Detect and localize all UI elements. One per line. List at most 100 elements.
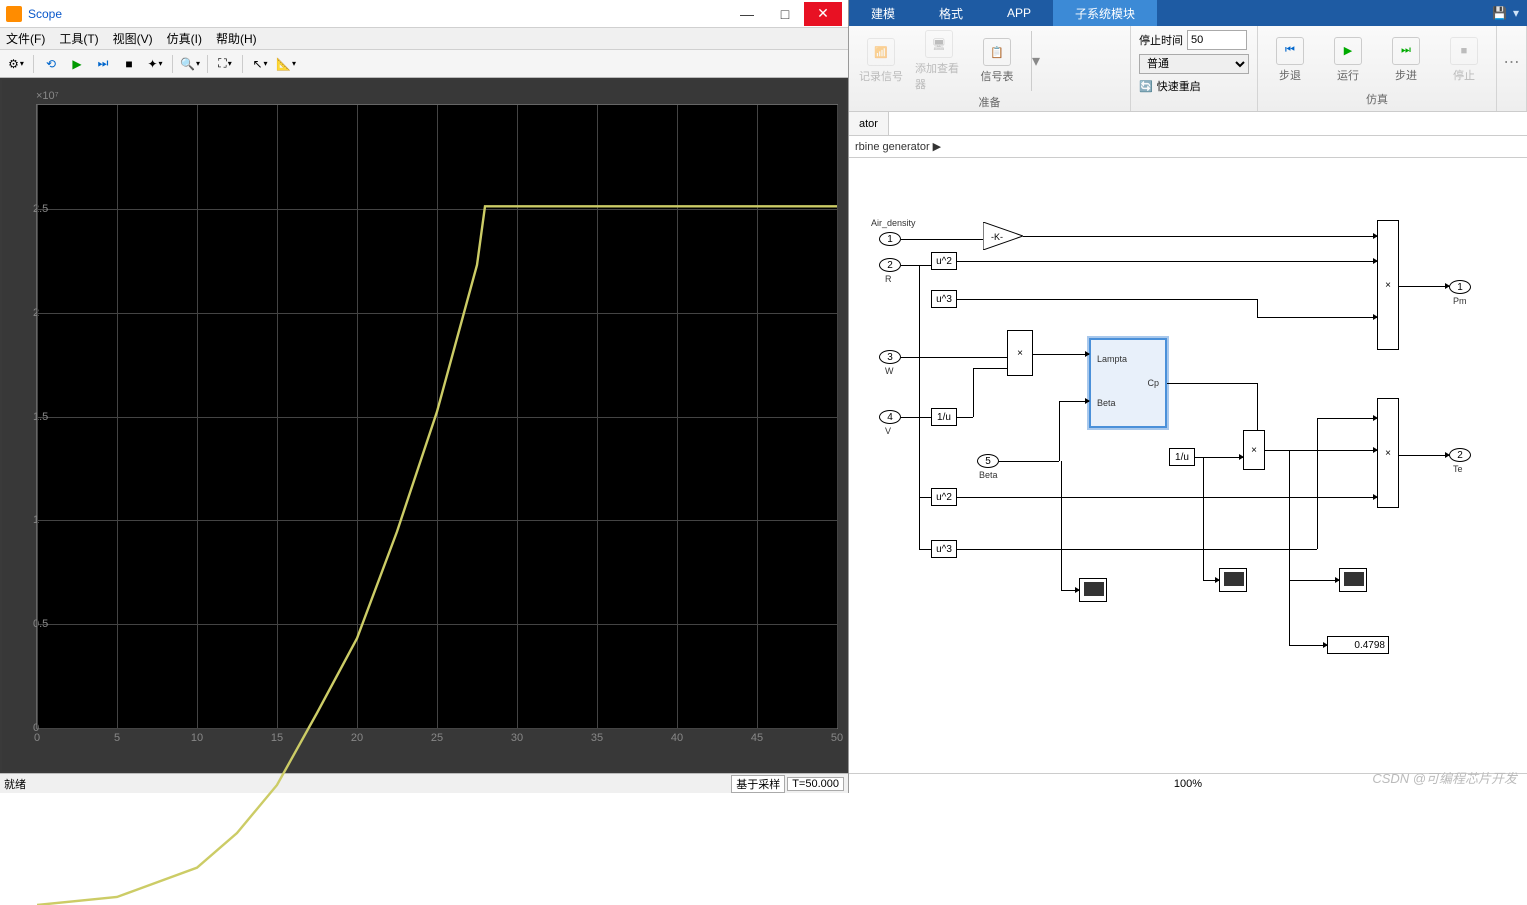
sim-mode-select[interactable]: 普通 bbox=[1139, 54, 1249, 74]
log-signal-button[interactable]: 📶记录信号 bbox=[857, 38, 905, 84]
scope-plot[interactable]: ×10⁷ 00.511.522.505101520253035404550 bbox=[20, 90, 838, 743]
svg-text:-K-: -K- bbox=[991, 232, 1003, 242]
play-button[interactable]: ▶ bbox=[65, 53, 89, 75]
prepare-group-label: 准备 bbox=[857, 92, 1122, 112]
settings-button[interactable]: ⚙ bbox=[4, 53, 28, 75]
scope-toolbar: ⚙ ⟲ ▶ ⏭ ■ ✦ 🔍 ⛶ ↖ 📐 bbox=[0, 50, 848, 78]
fast-restart-label[interactable]: 快速重启 bbox=[1157, 78, 1201, 94]
ribbon-overflow[interactable]: ⋯ bbox=[1505, 30, 1518, 93]
status-ready: 就绪 bbox=[4, 776, 26, 792]
port2-label: R bbox=[885, 274, 892, 284]
toolstrip-tabs: 建模 格式 APP 子系统模块 💾 ▾ bbox=[849, 0, 1527, 26]
step-forward-button[interactable]: ⏭步进 bbox=[1382, 37, 1430, 83]
fast-restart-icon[interactable]: 🔄 bbox=[1139, 80, 1153, 93]
scope-titlebar[interactable]: Scope — □ ✕ bbox=[0, 0, 848, 28]
ribbon: 📶记录信号 🖥添加查看器 📋信号表 ▾ 准备 停止时间 普通 🔄 快速重启 bbox=[849, 26, 1527, 112]
scope-block-2[interactable] bbox=[1219, 568, 1247, 592]
run-button[interactable]: ▶运行 bbox=[1324, 37, 1372, 83]
step-back-button[interactable]: ⏮步退 bbox=[1266, 37, 1314, 83]
restart-button[interactable]: ⟲ bbox=[39, 53, 63, 75]
outport-2[interactable]: 2 bbox=[1449, 448, 1471, 462]
highlight-button[interactable]: ✦ bbox=[143, 53, 167, 75]
outport1-label: Pm bbox=[1453, 296, 1467, 306]
port3-label: W bbox=[885, 366, 894, 376]
scope-title: Scope bbox=[28, 7, 62, 21]
inport-4[interactable]: 4 bbox=[879, 410, 901, 424]
menu-help[interactable]: 帮助(H) bbox=[216, 30, 257, 47]
stop-button[interactable]: ■停止 bbox=[1440, 37, 1488, 83]
expand-prepare[interactable]: ▾ bbox=[1031, 31, 1043, 91]
play-icon: ▶ bbox=[1334, 37, 1362, 65]
sim-group-label: 仿真 bbox=[1266, 89, 1488, 109]
stop-time-label: 停止时间 bbox=[1139, 32, 1183, 48]
outport-1[interactable]: 1 bbox=[1449, 280, 1471, 294]
product-block-4[interactable]: × bbox=[1377, 398, 1399, 508]
product-block-2[interactable]: × bbox=[1243, 430, 1265, 470]
close-button[interactable]: ✕ bbox=[804, 2, 842, 26]
u2-block-b[interactable]: u^2 bbox=[931, 488, 957, 506]
minimize-button[interactable]: — bbox=[728, 2, 766, 26]
scope-axes[interactable]: 00.511.522.505101520253035404550 bbox=[36, 104, 838, 729]
stop-button[interactable]: ■ bbox=[117, 53, 141, 75]
wifi-icon: 📶 bbox=[867, 38, 895, 66]
inport-5[interactable]: 5 bbox=[977, 454, 999, 468]
cursor-button[interactable]: ↖ bbox=[248, 53, 272, 75]
save-icon[interactable]: 💾 bbox=[1492, 6, 1507, 20]
tab-format[interactable]: 格式 bbox=[917, 0, 985, 26]
recip-block-1[interactable]: 1/u bbox=[931, 408, 957, 426]
inport-2[interactable]: 2 bbox=[879, 258, 901, 272]
step-fwd-icon: ⏭ bbox=[1392, 37, 1420, 65]
measure-button[interactable]: 📐 bbox=[274, 53, 298, 75]
scope-exponent: ×10⁷ bbox=[36, 90, 59, 102]
scope-window: Scope — □ ✕ 文件(F) 工具(T) 视图(V) 仿真(I) 帮助(H… bbox=[0, 0, 849, 793]
product-block-3[interactable]: × bbox=[1377, 220, 1399, 350]
u3-block-b[interactable]: u^3 bbox=[931, 540, 957, 558]
simulink-window: 建模 格式 APP 子系统模块 💾 ▾ 📶记录信号 🖥添加查看器 📋信号表 ▾ … bbox=[849, 0, 1527, 793]
outport2-label: Te bbox=[1453, 464, 1463, 474]
stop-icon: ■ bbox=[1450, 37, 1478, 65]
scope-block-1[interactable] bbox=[1079, 578, 1107, 602]
more-icon[interactable]: ▾ bbox=[1513, 6, 1519, 20]
quick-access: 💾 ▾ bbox=[1484, 0, 1527, 26]
model-canvas[interactable]: Air_density 1 2 R 3 W 4 V 5 Beta -K- u^2… bbox=[849, 158, 1527, 773]
model-tabs: ator bbox=[849, 112, 1527, 136]
inport-1[interactable]: 1 bbox=[879, 232, 901, 246]
zoom-level[interactable]: 100% bbox=[1174, 778, 1202, 790]
step-back-icon: ⏮ bbox=[1276, 37, 1304, 65]
u2-block-a[interactable]: u^2 bbox=[931, 252, 957, 270]
signal-trace bbox=[37, 105, 837, 905]
u3-block-a[interactable]: u^3 bbox=[931, 290, 957, 308]
inport-3[interactable]: 3 bbox=[879, 350, 901, 364]
zoom-button[interactable]: 🔍 bbox=[178, 53, 202, 75]
breadcrumb-text[interactable]: rbine generator ▶ bbox=[855, 140, 941, 153]
model-tab[interactable]: ator bbox=[849, 112, 889, 135]
tab-subsystem[interactable]: 子系统模块 bbox=[1053, 0, 1157, 26]
add-viewer-button[interactable]: 🖥添加查看器 bbox=[915, 30, 963, 92]
display-block[interactable]: 0.4798 bbox=[1327, 636, 1389, 654]
table-icon: 📋 bbox=[983, 38, 1011, 66]
product-block-1[interactable]: × bbox=[1007, 330, 1033, 376]
breadcrumb[interactable]: rbine generator ▶ bbox=[849, 136, 1527, 158]
tab-app[interactable]: APP bbox=[985, 0, 1053, 26]
step-button[interactable]: ⏭ bbox=[91, 53, 115, 75]
menu-tools[interactable]: 工具(T) bbox=[59, 30, 98, 47]
menu-view[interactable]: 视图(V) bbox=[113, 30, 153, 47]
stop-time-input[interactable] bbox=[1187, 30, 1247, 50]
recip-block-2[interactable]: 1/u bbox=[1169, 448, 1195, 466]
scope-block-3[interactable] bbox=[1339, 568, 1367, 592]
signal-table-button[interactable]: 📋信号表 bbox=[973, 38, 1021, 84]
port1-label: Air_density bbox=[871, 218, 916, 228]
maximize-button[interactable]: □ bbox=[766, 2, 804, 26]
tab-modeling[interactable]: 建模 bbox=[849, 0, 917, 26]
menu-sim[interactable]: 仿真(I) bbox=[167, 30, 202, 47]
autoscale-button[interactable]: ⛶ bbox=[213, 53, 237, 75]
gain-block[interactable]: -K- bbox=[983, 222, 1023, 250]
simulink-statusbar: 100% bbox=[849, 773, 1527, 793]
port4-label: V bbox=[885, 426, 891, 436]
viewer-icon: 🖥 bbox=[925, 30, 953, 58]
cp-subsystem[interactable]: Lampta Beta Cp bbox=[1089, 338, 1167, 428]
scope-body: ×10⁷ 00.511.522.505101520253035404550 bbox=[0, 78, 848, 773]
menu-file[interactable]: 文件(F) bbox=[6, 30, 45, 47]
port5-label: Beta bbox=[979, 470, 998, 480]
matlab-icon bbox=[6, 6, 22, 22]
